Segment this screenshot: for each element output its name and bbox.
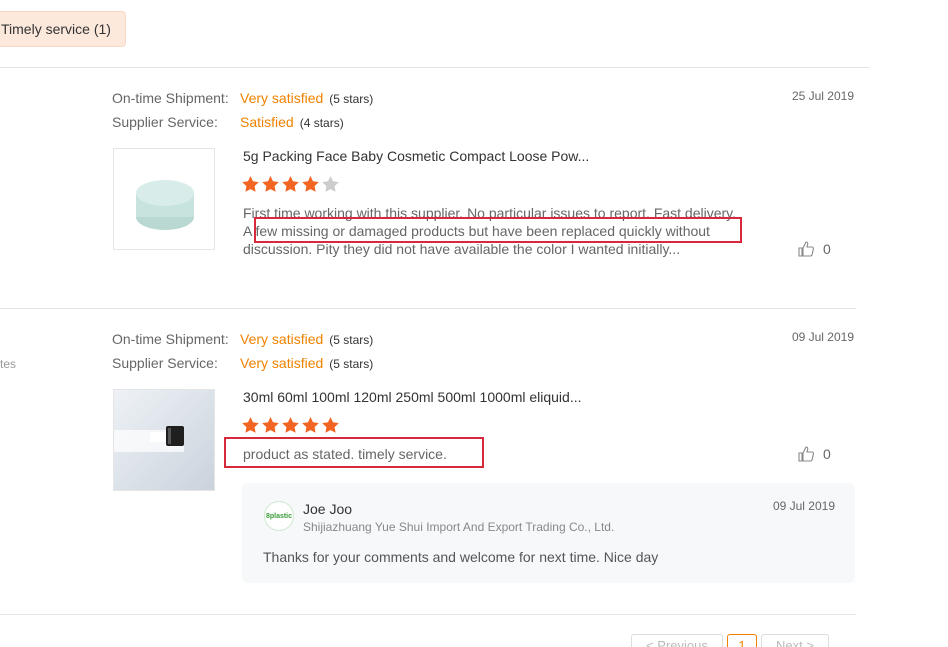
- bottle-image: [114, 390, 214, 490]
- service-value: Satisfied: [240, 114, 294, 130]
- supplier-reply: 8plastic Joe Joo Shijiazhuang Yue Shui I…: [242, 483, 855, 583]
- left-note-text: tes: [0, 357, 17, 371]
- product-thumbnail[interactable]: [113, 389, 215, 491]
- like-count: 0: [823, 446, 831, 462]
- shipment-rating-row: On-time Shipment: Very satisfied (5 stars): [112, 89, 373, 107]
- reply-name: Joe Joo: [303, 501, 353, 517]
- thumbs-up-icon: [798, 241, 814, 257]
- star-filled-icon: [262, 417, 279, 433]
- product-rating-stars: [241, 416, 340, 434]
- service-stars-count: (4 stars): [299, 116, 344, 130]
- shipment-stars-count: (5 stars): [329, 333, 374, 347]
- next-page-button[interactable]: Next >: [761, 634, 829, 647]
- divider-review: [0, 308, 856, 309]
- service-label: Supplier Service:: [112, 355, 218, 371]
- pagination: < Previous 1 Next >: [631, 634, 829, 647]
- compact-case-image: [114, 149, 214, 249]
- like-button[interactable]: 0: [797, 240, 831, 258]
- star-empty-icon: [322, 176, 339, 192]
- service-rating-row: Supplier Service: Satisfied (4 stars): [112, 113, 344, 131]
- reply-text: Thanks for your comments and welcome for…: [263, 549, 659, 565]
- previous-page-button[interactable]: < Previous: [631, 634, 723, 647]
- thumbs-up-icon: [798, 446, 814, 462]
- highlight-box: [224, 437, 484, 468]
- review-date: 09 Jul 2019: [791, 330, 854, 344]
- divider-top: [0, 67, 870, 68]
- review-date: 25 Jul 2019: [791, 89, 854, 103]
- product-rating-stars: [241, 175, 340, 193]
- shipment-value: Very satisfied: [240, 331, 324, 347]
- star-filled-icon: [302, 417, 319, 433]
- star-filled-icon: [242, 176, 259, 192]
- service-rating-row: Supplier Service: Very satisfied (5 stars): [112, 354, 373, 372]
- star-filled-icon: [282, 176, 299, 192]
- product-title-link[interactable]: 30ml 60ml 100ml 120ml 250ml 500ml 1000ml…: [243, 389, 582, 405]
- supplier-avatar: 8plastic: [264, 501, 294, 531]
- shipment-label: On-time Shipment:: [112, 90, 229, 106]
- like-button[interactable]: 0: [797, 445, 831, 463]
- product-title-link[interactable]: 5g Packing Face Baby Cosmetic Compact Lo…: [243, 148, 589, 164]
- service-value: Very satisfied: [240, 355, 324, 371]
- product-thumbnail[interactable]: [113, 148, 215, 250]
- shipment-value: Very satisfied: [240, 90, 324, 106]
- reply-company: Shijiazhuang Yue Shui Import And Export …: [303, 520, 615, 534]
- star-filled-icon: [242, 417, 259, 433]
- shipment-rating-row: On-time Shipment: Very satisfied (5 stars): [112, 330, 373, 348]
- reply-date: 09 Jul 2019: [772, 499, 835, 513]
- divider-bottom: [0, 614, 856, 615]
- shipment-label: On-time Shipment:: [112, 331, 229, 347]
- star-filled-icon: [322, 417, 339, 433]
- shipment-stars-count: (5 stars): [329, 92, 374, 106]
- star-filled-icon: [302, 176, 319, 192]
- page-1-button[interactable]: 1: [727, 634, 757, 647]
- service-stars-count: (5 stars): [329, 357, 374, 371]
- filter-tag-timely-service[interactable]: Timely service (1): [0, 11, 126, 47]
- star-filled-icon: [262, 176, 279, 192]
- highlight-box: [254, 217, 742, 243]
- service-label: Supplier Service:: [112, 114, 218, 130]
- star-filled-icon: [282, 417, 299, 433]
- like-count: 0: [823, 241, 831, 257]
